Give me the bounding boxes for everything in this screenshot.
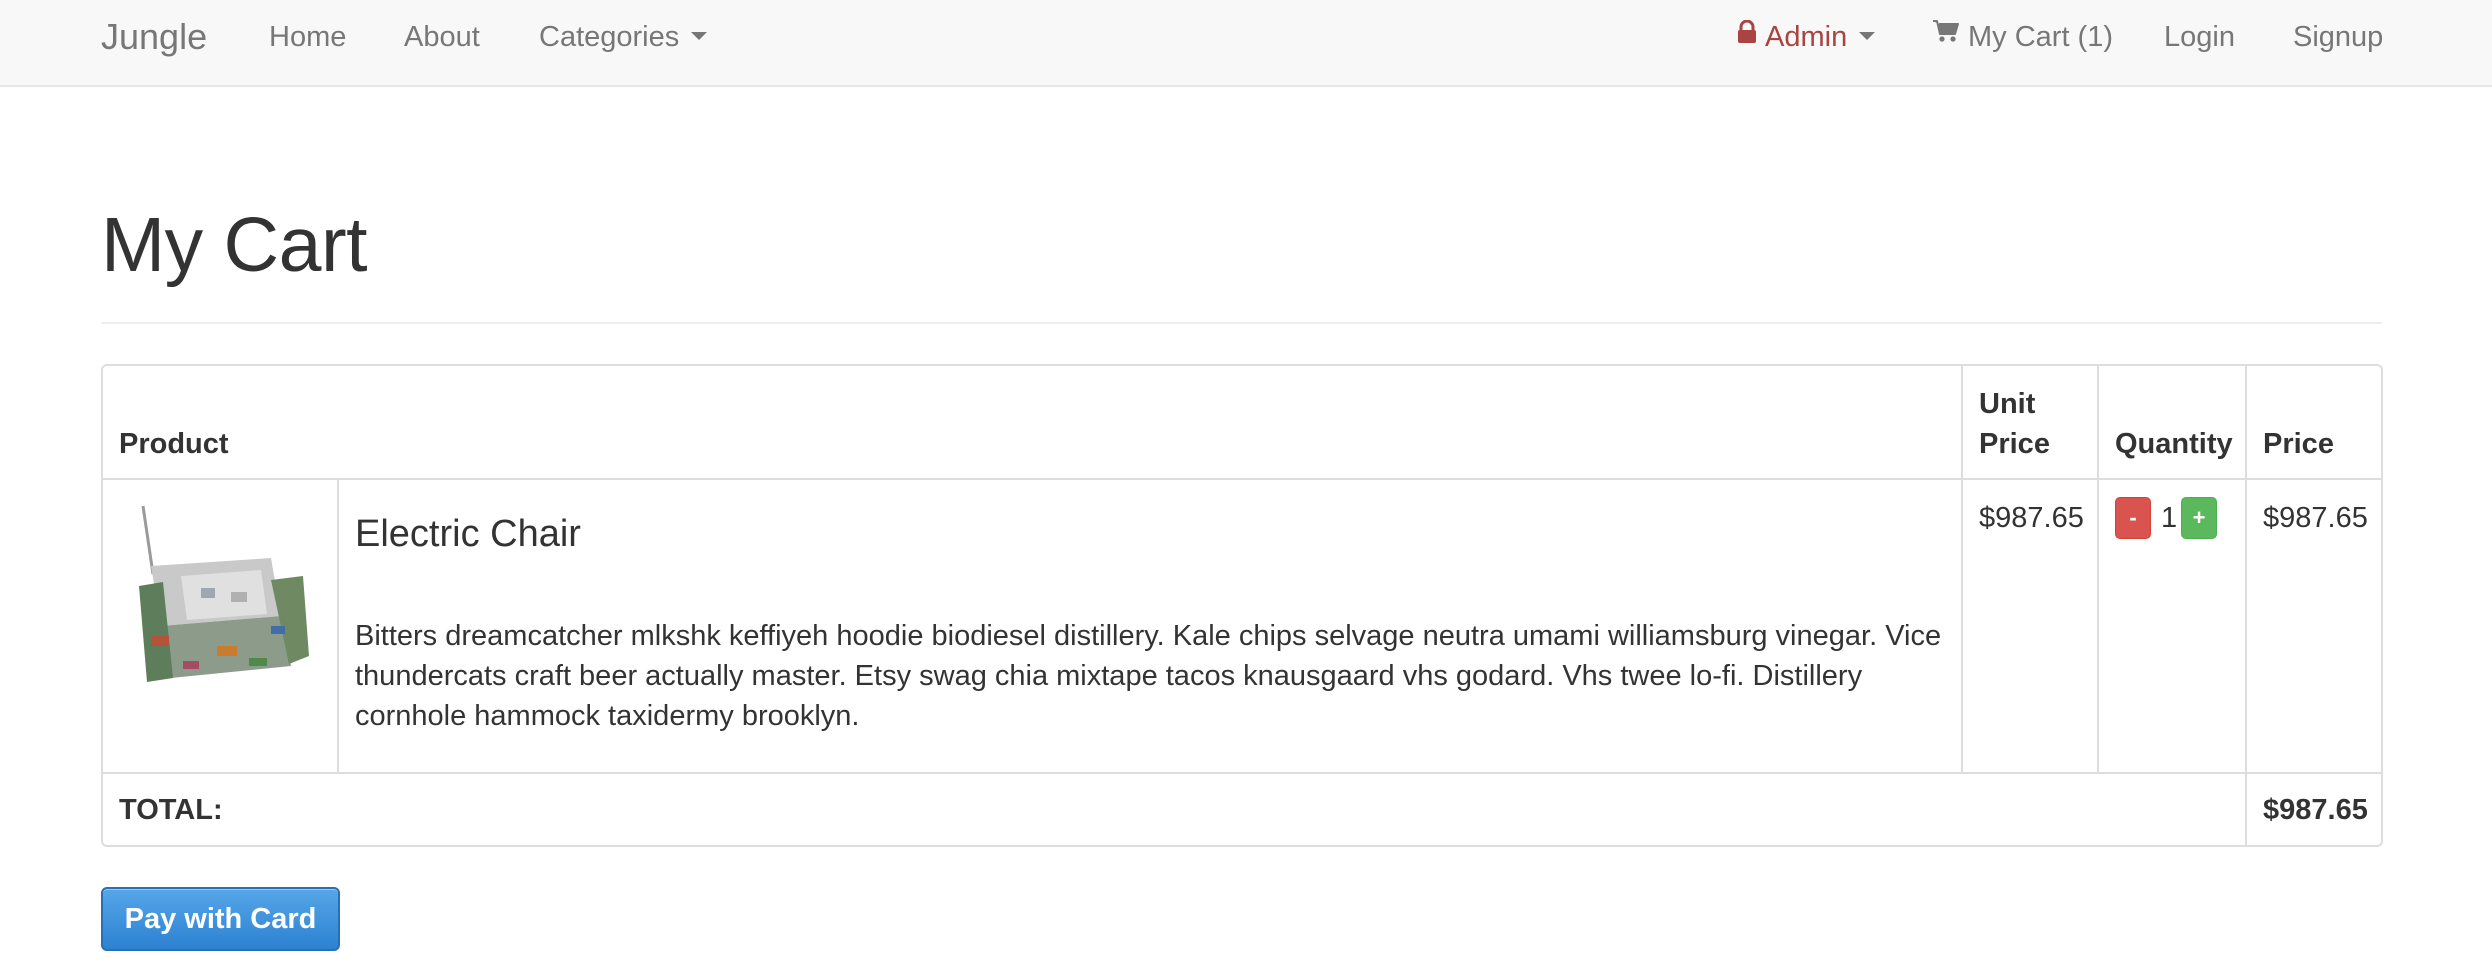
product-description: Bitters dreamcatcher mlkshk keffiyeh hoo… bbox=[355, 620, 1942, 732]
divider bbox=[101, 322, 2382, 324]
header-unit-price: Unit Price bbox=[1979, 384, 2050, 464]
shopping-cart-icon bbox=[1932, 17, 1960, 53]
line-price: $987.65 bbox=[2263, 502, 2368, 534]
nav-login[interactable]: Login bbox=[2164, 19, 2235, 55]
column-divider bbox=[2097, 366, 2099, 774]
brand-logo[interactable]: Jungle bbox=[101, 17, 207, 57]
nav-my-cart[interactable]: My Cart (1) bbox=[1932, 19, 2113, 56]
nav-signup[interactable]: Signup bbox=[2293, 19, 2383, 55]
increase-quantity-button[interactable]: + bbox=[2181, 497, 2217, 539]
decrease-quantity-button[interactable]: - bbox=[2115, 497, 2151, 539]
nav-home[interactable]: Home bbox=[269, 19, 346, 55]
navbar: Jungle Home About Categories Admin My Ca… bbox=[0, 0, 2492, 87]
header-unit-price-line1: Unit bbox=[1979, 388, 2036, 420]
unit-price: $987.65 bbox=[1979, 502, 2084, 534]
nav-my-cart-label: My Cart (1) bbox=[1968, 21, 2113, 53]
lock-icon bbox=[1737, 17, 1757, 53]
cart-table: Product Unit Price Quantity Price Electr… bbox=[101, 364, 2383, 847]
row-divider bbox=[103, 478, 2381, 480]
column-divider bbox=[337, 480, 339, 774]
caret-down-icon bbox=[1859, 32, 1876, 41]
row-divider bbox=[103, 772, 2381, 774]
nav-categories-dropdown[interactable]: Categories bbox=[539, 19, 708, 55]
nav-admin-dropdown[interactable]: Admin bbox=[1737, 17, 1876, 56]
page-title: My Cart bbox=[101, 202, 368, 288]
header-product: Product bbox=[119, 428, 229, 460]
product-name[interactable]: Electric Chair bbox=[355, 512, 581, 556]
pay-with-card-button[interactable]: Pay with Card bbox=[101, 887, 340, 951]
nav-categories-label: Categories bbox=[539, 21, 680, 53]
quantity-value: 1 bbox=[2161, 502, 2178, 534]
caret-down-icon bbox=[691, 32, 708, 41]
total-value: $987.65 bbox=[2263, 794, 2368, 826]
header-price: Price bbox=[2263, 428, 2334, 460]
nav-about[interactable]: About bbox=[404, 19, 480, 55]
product-image bbox=[121, 496, 321, 696]
total-label: TOTAL: bbox=[119, 794, 223, 826]
nav-admin-label: Admin bbox=[1765, 21, 1848, 53]
header-quantity: Quantity bbox=[2115, 428, 2233, 460]
header-unit-price-line2: Price bbox=[1979, 428, 2050, 460]
column-divider bbox=[1961, 366, 1963, 774]
